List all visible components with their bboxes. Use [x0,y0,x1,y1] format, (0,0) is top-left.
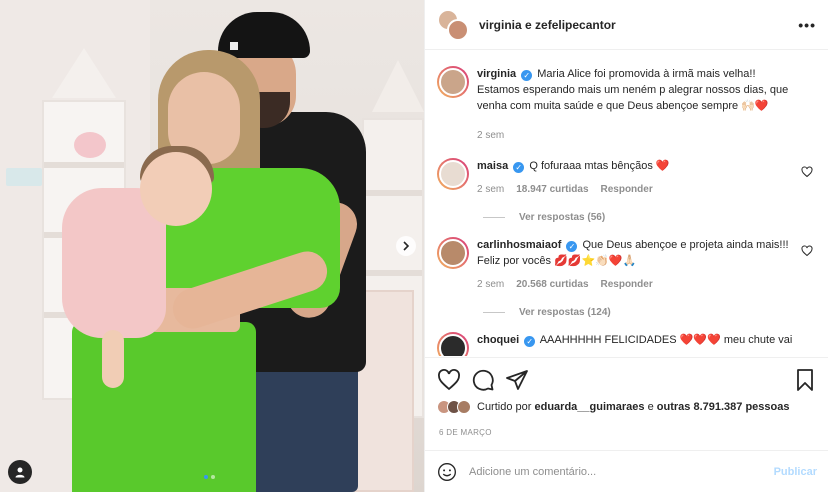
next-photo-button[interactable] [396,236,416,256]
avatar[interactable] [437,237,469,269]
photo-flower-decoration [74,132,106,158]
comment-likes[interactable]: 18.947 curtidas [516,182,588,198]
publish-button[interactable]: Publicar [774,466,817,478]
photo-cap-logo [230,42,238,50]
post-photo[interactable] [0,0,424,492]
photo-woman-skirt [72,322,256,492]
view-replies-button[interactable]: Ver respostas (124) [483,307,817,318]
author-avatars[interactable] [437,8,469,41]
caption-meta: 2 sem [477,128,793,144]
photo-baby-leg [102,330,124,388]
avatar[interactable] [437,66,469,98]
comment-meta: 2 sem 18.947 curtidas Responder [477,182,793,198]
comment-emoji: 💋💋⭐👏🏻❤️🙏🏻 [554,255,637,267]
likes-summary: Curtido por eduarda__guimaraes e outras … [437,400,790,414]
tagged-users-button[interactable] [8,460,32,484]
liker-avatars[interactable] [437,400,471,414]
comment-text-continued: meu chute vai [723,334,793,346]
photo-shelf-roof-right [372,60,424,112]
like-comment-icon[interactable] [801,245,813,257]
verified-icon: ✓ [524,336,536,347]
verified-icon: ✓ [513,162,525,173]
emoji-icon[interactable] [437,462,457,482]
photo-shelf-roof-left [52,48,116,98]
comment-likes[interactable]: 20.568 curtidas [516,277,588,293]
bookmark-icon[interactable] [793,368,817,392]
post-detail-panel: virginia e zefelipecantor ••• virginia ✓… [424,0,828,492]
likes-others[interactable]: outras 8.791.387 pessoas [657,401,790,413]
caption-username[interactable]: virginia [477,68,516,80]
verified-icon: ✓ [521,70,533,81]
photo-man-cap [218,12,310,58]
reply-button[interactable]: Responder [601,182,653,198]
comment-body: choquei ✓ AAAHHHHH FELICIDADES ❤️❤️❤️ me… [477,332,817,348]
comments-list[interactable]: virginia ✓ Maria Alice foi promovida à i… [425,50,828,356]
reply-button[interactable]: Responder [601,277,653,293]
photo-wall-decoration [6,168,42,186]
caption-body: virginia ✓ Maria Alice foi promovida à i… [477,66,817,144]
caption-time[interactable]: 2 sem [477,128,504,144]
view-replies-label: Ver respostas (56) [519,212,606,223]
more-options-icon[interactable]: ••• [798,17,816,33]
likes-connector: e [647,401,654,413]
caption-emoji: 🙌🏻❤️ [741,100,769,112]
comment-username[interactable]: choquei [477,334,519,346]
user-icon [15,467,25,478]
verified-icon: ✓ [566,241,578,252]
comment: choquei ✓ AAAHHHHH FELICIDADES ❤️❤️❤️ me… [437,332,817,356]
comment-meta: 2 sem 20.568 curtidas Responder [477,277,793,293]
avatar [447,18,469,41]
post-header: virginia e zefelipecantor ••• [425,0,828,50]
like-comment-icon[interactable] [801,166,813,178]
photo-baby-face [140,152,212,226]
post-actions [425,357,828,401]
chevron-right-icon [403,241,410,251]
view-replies-button[interactable]: Ver respostas (56) [483,212,817,223]
comment-text: AAAHHHHH FELICIDADES [539,334,677,346]
comment: carlinhosmaiaof ✓ Que Deus abençoe e pro… [437,237,817,293]
avatar[interactable] [437,158,469,190]
replies-divider [483,217,505,218]
comment-emoji: ❤️ [655,160,670,172]
comment-time[interactable]: 2 sem [477,277,504,293]
avatar[interactable] [437,332,469,356]
comment-text: Q fofuraaa mtas bênçãos [529,160,653,172]
carousel-dot-active [204,475,208,479]
comment-username[interactable]: carlinhosmaiaof [477,239,561,251]
carousel-indicator [204,475,215,479]
liker-username[interactable]: eduarda__guimaraes [534,401,644,413]
comment-emoji: ❤️❤️❤️ [679,334,721,346]
carousel-dot [211,475,215,479]
share-icon[interactable] [505,368,529,392]
view-replies-label: Ver respostas (124) [519,307,611,318]
avatar [457,400,471,414]
replies-divider [483,312,505,313]
add-comment-bar: Publicar [425,450,828,492]
photo-man-jeans [240,360,358,492]
comment-input[interactable] [469,465,774,478]
comment-body: carlinhosmaiaof ✓ Que Deus abençoe e pro… [477,237,817,293]
like-heart-icon[interactable] [437,368,461,392]
comment-body: maisa ✓ Q fofuraaa mtas bênçãos ❤️ 2 sem… [477,158,817,198]
comment-username[interactable]: maisa [477,160,508,172]
comment-time[interactable]: 2 sem [477,182,504,198]
comment-icon[interactable] [471,368,495,392]
caption: virginia ✓ Maria Alice foi promovida à i… [437,66,817,144]
post-date[interactable]: 6 DE MARÇO [439,428,492,437]
likes-prefix: Curtido por [477,401,532,413]
post-authors[interactable]: virginia e zefelipecantor [479,18,798,32]
comment: maisa ✓ Q fofuraaa mtas bênçãos ❤️ 2 sem… [437,158,817,198]
